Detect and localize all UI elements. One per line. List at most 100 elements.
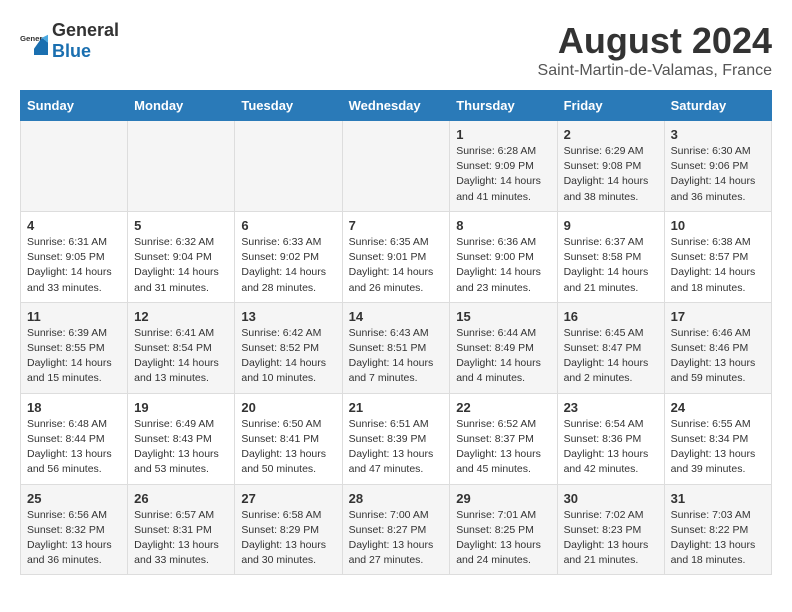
day-number: 28 <box>349 491 444 506</box>
sub-title: Saint-Martin-de-Valamas, France <box>538 62 772 80</box>
day-cell: 25 Sunrise: 6:56 AM Sunset: 8:32 PM Dayli… <box>21 484 128 575</box>
day-number: 7 <box>349 218 444 233</box>
day-number: 10 <box>671 218 765 233</box>
day-info: Sunrise: 6:44 AM Sunset: 8:49 PM Dayligh… <box>456 326 550 387</box>
logo: General General Blue <box>20 20 119 62</box>
day-info: Sunrise: 7:00 AM Sunset: 8:27 PM Dayligh… <box>349 508 444 569</box>
day-cell: 4Sunrise: 6:31 AM Sunset: 9:05 PM Daylig… <box>21 211 128 302</box>
day-cell: 8 Sunrise: 6:36 AM Sunset: 9:00 PM Daylig… <box>450 211 557 302</box>
day-number: 8 <box>456 218 550 233</box>
day-number: 23 <box>564 400 658 415</box>
day-number: 21 <box>349 400 444 415</box>
day-info: Sunrise: 6:39 AM Sunset: 8:55 PM Dayligh… <box>27 326 121 387</box>
day-info: Sunrise: 6:51 AM Sunset: 8:39 PM Dayligh… <box>349 417 444 478</box>
day-number: 12 <box>134 309 228 324</box>
day-number: 25 <box>27 491 121 506</box>
header-row: SundayMondayTuesdayWednesdayThursdayFrid… <box>21 91 772 121</box>
day-cell: 17 Sunrise: 6:46 AM Sunset: 8:46 PM Dayli… <box>664 302 771 393</box>
day-number: 26 <box>134 491 228 506</box>
day-info: Sunrise: 6:52 AM Sunset: 8:37 PM Dayligh… <box>456 417 550 478</box>
day-cell: 19 Sunrise: 6:49 AM Sunset: 8:43 PM Dayli… <box>128 393 235 484</box>
day-info: Sunrise: 6:50 AM Sunset: 8:41 PM Dayligh… <box>241 417 335 478</box>
logo-general: General <box>52 20 119 40</box>
day-info: Sunrise: 6:28 AM Sunset: 9:09 PM Dayligh… <box>456 144 550 205</box>
day-number: 19 <box>134 400 228 415</box>
day-cell: 28 Sunrise: 7:00 AM Sunset: 8:27 PM Dayli… <box>342 484 450 575</box>
day-cell: 3Sunrise: 6:30 AM Sunset: 9:06 PM Daylig… <box>664 121 771 212</box>
main-title: August 2024 <box>538 20 772 62</box>
logo-icon: General <box>20 27 48 55</box>
day-cell: 11 Sunrise: 6:39 AM Sunset: 8:55 PM Dayli… <box>21 302 128 393</box>
column-header-friday: Friday <box>557 91 664 121</box>
day-info: Sunrise: 7:03 AM Sunset: 8:22 PM Dayligh… <box>671 508 765 569</box>
day-number: 6 <box>241 218 335 233</box>
day-cell: 27 Sunrise: 6:58 AM Sunset: 8:29 PM Dayli… <box>235 484 342 575</box>
day-info: Sunrise: 6:29 AM Sunset: 9:08 PM Dayligh… <box>564 144 658 205</box>
day-cell: 6 Sunrise: 6:33 AM Sunset: 9:02 PM Daylig… <box>235 211 342 302</box>
day-number: 11 <box>27 309 121 324</box>
day-cell <box>128 121 235 212</box>
day-cell: 18Sunrise: 6:48 AM Sunset: 8:44 PM Dayli… <box>21 393 128 484</box>
day-info: Sunrise: 6:58 AM Sunset: 8:29 PM Dayligh… <box>241 508 335 569</box>
day-number: 9 <box>564 218 658 233</box>
day-number: 29 <box>456 491 550 506</box>
day-info: Sunrise: 6:55 AM Sunset: 8:34 PM Dayligh… <box>671 417 765 478</box>
day-cell: 31 Sunrise: 7:03 AM Sunset: 8:22 PM Dayli… <box>664 484 771 575</box>
day-number: 4 <box>27 218 121 233</box>
day-number: 31 <box>671 491 765 506</box>
day-info: Sunrise: 6:32 AM Sunset: 9:04 PM Dayligh… <box>134 235 228 296</box>
day-info: Sunrise: 6:54 AM Sunset: 8:36 PM Dayligh… <box>564 417 658 478</box>
day-number: 1 <box>456 127 550 142</box>
day-info: Sunrise: 6:49 AM Sunset: 8:43 PM Dayligh… <box>134 417 228 478</box>
day-cell: 9 Sunrise: 6:37 AM Sunset: 8:58 PM Daylig… <box>557 211 664 302</box>
day-info: Sunrise: 6:30 AM Sunset: 9:06 PM Dayligh… <box>671 144 765 205</box>
day-cell: 5 Sunrise: 6:32 AM Sunset: 9:04 PM Daylig… <box>128 211 235 302</box>
day-number: 30 <box>564 491 658 506</box>
day-number: 17 <box>671 309 765 324</box>
day-number: 20 <box>241 400 335 415</box>
day-cell: 2 Sunrise: 6:29 AM Sunset: 9:08 PM Daylig… <box>557 121 664 212</box>
day-number: 15 <box>456 309 550 324</box>
day-info: Sunrise: 6:33 AM Sunset: 9:02 PM Dayligh… <box>241 235 335 296</box>
day-cell: 21 Sunrise: 6:51 AM Sunset: 8:39 PM Dayli… <box>342 393 450 484</box>
day-cell: 1 Sunrise: 6:28 AM Sunset: 9:09 PM Daylig… <box>450 121 557 212</box>
day-number: 2 <box>564 127 658 142</box>
day-number: 27 <box>241 491 335 506</box>
day-number: 24 <box>671 400 765 415</box>
day-info: Sunrise: 7:01 AM Sunset: 8:25 PM Dayligh… <box>456 508 550 569</box>
week-row-3: 11 Sunrise: 6:39 AM Sunset: 8:55 PM Dayli… <box>21 302 772 393</box>
day-cell <box>21 121 128 212</box>
week-row-5: 25 Sunrise: 6:56 AM Sunset: 8:32 PM Dayli… <box>21 484 772 575</box>
day-cell: 14Sunrise: 6:43 AM Sunset: 8:51 PM Dayli… <box>342 302 450 393</box>
calendar-table: SundayMondayTuesdayWednesdayThursdayFrid… <box>20 90 772 575</box>
day-info: Sunrise: 6:35 AM Sunset: 9:01 PM Dayligh… <box>349 235 444 296</box>
day-info: Sunrise: 6:36 AM Sunset: 9:00 PM Dayligh… <box>456 235 550 296</box>
day-cell: 30Sunrise: 7:02 AM Sunset: 8:23 PM Dayli… <box>557 484 664 575</box>
title-area: August 2024 Saint-Martin-de-Valamas, Fra… <box>538 20 772 80</box>
day-info: Sunrise: 6:57 AM Sunset: 8:31 PM Dayligh… <box>134 508 228 569</box>
week-row-2: 4Sunrise: 6:31 AM Sunset: 9:05 PM Daylig… <box>21 211 772 302</box>
day-cell: 23 Sunrise: 6:54 AM Sunset: 8:36 PM Dayli… <box>557 393 664 484</box>
day-cell <box>235 121 342 212</box>
day-cell: 24 Sunrise: 6:55 AM Sunset: 8:34 PM Dayli… <box>664 393 771 484</box>
day-info: Sunrise: 6:38 AM Sunset: 8:57 PM Dayligh… <box>671 235 765 296</box>
day-cell: 15 Sunrise: 6:44 AM Sunset: 8:49 PM Dayli… <box>450 302 557 393</box>
day-info: Sunrise: 6:48 AM Sunset: 8:44 PM Dayligh… <box>27 417 121 478</box>
day-info: Sunrise: 6:42 AM Sunset: 8:52 PM Dayligh… <box>241 326 335 387</box>
column-header-monday: Monday <box>128 91 235 121</box>
day-info: Sunrise: 6:45 AM Sunset: 8:47 PM Dayligh… <box>564 326 658 387</box>
day-cell: 16 Sunrise: 6:45 AM Sunset: 8:47 PM Dayli… <box>557 302 664 393</box>
day-info: Sunrise: 6:46 AM Sunset: 8:46 PM Dayligh… <box>671 326 765 387</box>
day-cell: 29 Sunrise: 7:01 AM Sunset: 8:25 PM Dayli… <box>450 484 557 575</box>
day-cell <box>342 121 450 212</box>
day-number: 5 <box>134 218 228 233</box>
day-cell: 22 Sunrise: 6:52 AM Sunset: 8:37 PM Dayli… <box>450 393 557 484</box>
day-info: Sunrise: 6:37 AM Sunset: 8:58 PM Dayligh… <box>564 235 658 296</box>
day-cell: 10 Sunrise: 6:38 AM Sunset: 8:57 PM Dayli… <box>664 211 771 302</box>
day-info: Sunrise: 6:56 AM Sunset: 8:32 PM Dayligh… <box>27 508 121 569</box>
day-number: 22 <box>456 400 550 415</box>
week-row-1: 1 Sunrise: 6:28 AM Sunset: 9:09 PM Daylig… <box>21 121 772 212</box>
day-number: 16 <box>564 309 658 324</box>
column-header-thursday: Thursday <box>450 91 557 121</box>
week-row-4: 18Sunrise: 6:48 AM Sunset: 8:44 PM Dayli… <box>21 393 772 484</box>
